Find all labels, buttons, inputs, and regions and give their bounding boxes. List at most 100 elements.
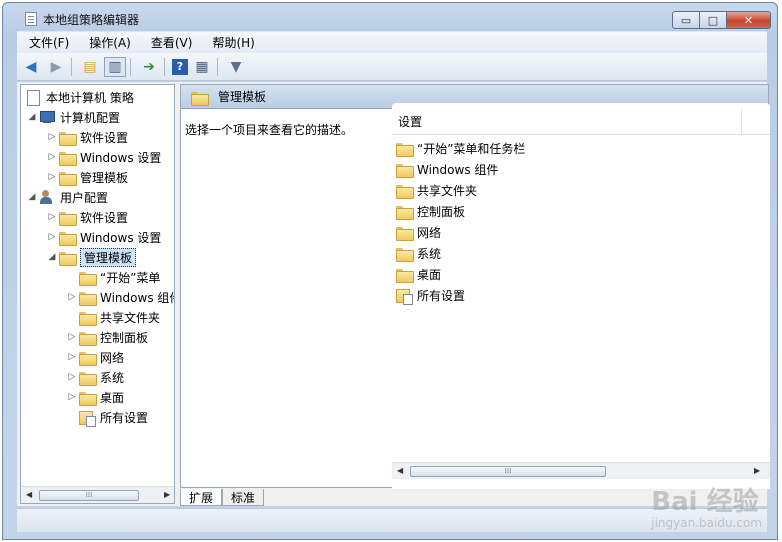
up-folder-icon[interactable]: ▤ [79,57,101,77]
expand-arrow-icon[interactable]: ▷ [65,292,79,302]
menu-bar: 文件(F) 操作(A) 查看(V) 帮助(H) [17,31,767,53]
forward-icon[interactable]: ▶ [45,57,67,77]
expand-arrow-icon[interactable]: ▷ [45,232,59,242]
tree-item-windows-components[interactable]: ▷ Windows 组件 [65,287,174,307]
folder-icon [79,371,97,386]
tree-item-start-menu[interactable]: “开始”菜单 [65,267,160,287]
tree-label: “开始”菜单 [100,270,161,285]
collapse-arrow-icon[interactable]: ◢ [25,112,39,122]
list-item-label: 所有设置 [417,288,466,303]
scroll-right-arrow-icon[interactable]: ▶ [164,490,170,499]
toolbar-separator [71,57,72,76]
tree-item-all-settings[interactable]: 所有设置 [65,407,148,427]
folder-icon [79,391,97,406]
list-item-label: 桌面 [417,267,442,282]
tree-item-system[interactable]: ▷ 系统 [65,367,124,387]
expand-arrow-icon[interactable]: ▷ [45,132,59,142]
folder-icon [396,163,414,178]
tree-item-user-windows[interactable]: ▷ Windows 设置 [45,227,161,247]
watermark-logo: Bai 经验 jingyan.baidu.com [651,481,762,530]
details-pane: 管理模板 选择一个项目来查看它的描述。 设置 “开始”菜单和任务栏 Window… [180,84,770,489]
expand-arrow-icon[interactable]: ▷ [45,152,59,162]
description-text: 选择一个项目来查看它的描述。 [185,123,354,137]
scroll-left-arrow-icon[interactable]: ◀ [397,466,403,475]
expand-arrow-icon[interactable]: ▷ [45,212,59,222]
scroll-left-arrow-icon[interactable]: ◀ [26,490,32,499]
tree-label: Windows 设置 [80,230,162,245]
column-header[interactable]: 设置 [392,109,770,135]
help-icon[interactable]: ? [172,58,188,75]
list-item[interactable]: 控制面板 [396,201,465,221]
tree-label: 用户配置 [60,190,109,205]
tree-item-user-admin[interactable]: ◢ 管理模板 [45,247,137,267]
tree-item-desktop[interactable]: ▷ 桌面 [65,387,124,407]
tree-item-computer-admin[interactable]: ▷ 管理模板 [45,167,128,187]
tree-horizontal-scrollbar[interactable]: ◀ ⁞⁞⁞ ▶ [21,486,174,503]
folder-icon [396,205,414,220]
expand-arrow-icon[interactable]: ▷ [65,392,79,402]
expand-arrow-icon[interactable]: ▷ [65,332,79,342]
menu-file[interactable]: 文件(F) [21,34,77,51]
export-list-icon[interactable]: ➔ [138,57,160,77]
list-item[interactable]: 网络 [396,222,441,242]
all-settings-icon [79,410,96,427]
settings-list[interactable]: 设置 “开始”菜单和任务栏 Windows 组件 共享文件夹 控制面板 网络 系… [392,103,770,489]
menu-view[interactable]: 查看(V) [143,34,201,51]
close-button[interactable]: ✕ [727,11,771,29]
expand-arrow-icon[interactable]: ▷ [45,172,59,182]
tree-label: 计算机配置 [60,110,121,125]
tree-pane[interactable]: 本地计算机 策略 ◢ 计算机配置 ▷ 软件设置 ▷ Windows 设置 ▷ 管… [20,84,175,504]
toolbar-separator [164,57,165,76]
list-item-label: 共享文件夹 [417,183,478,198]
tab-standard[interactable]: 标准 [222,489,265,506]
list-item-label: 网络 [417,225,442,240]
properties-icon[interactable]: ▦ [191,57,213,77]
list-item[interactable]: Windows 组件 [396,159,498,179]
maximize-button[interactable]: □ [700,11,727,29]
folder-icon [59,231,77,246]
user-icon [39,190,55,204]
tree-item-user-software[interactable]: ▷ 软件设置 [45,207,128,227]
list-item[interactable]: 所有设置 [396,285,465,305]
tree-item-computer-config[interactable]: ◢ 计算机配置 [25,107,120,127]
collapse-arrow-icon[interactable]: ◢ [25,192,39,202]
list-item[interactable]: “开始”菜单和任务栏 [396,138,525,158]
title-bar[interactable]: 本地组策略编辑器 ▭ □ ✕ [3,3,777,33]
menu-action[interactable]: 操作(A) [81,34,139,51]
tree-item-user-config[interactable]: ◢ 用户配置 [25,187,108,207]
tree-item-computer-software[interactable]: ▷ 软件设置 [45,127,128,147]
tree-item-control-panel[interactable]: ▷ 控制面板 [65,327,148,347]
show-hide-tree-icon[interactable]: ▥ [104,56,126,77]
scroll-thumb[interactable]: ⁞⁞⁞ [410,466,606,477]
scroll-thumb[interactable]: ⁞⁞⁞ [39,490,139,501]
list-item[interactable]: 系统 [396,243,441,263]
folder-icon [396,142,414,157]
tree-item-shared-folders[interactable]: 共享文件夹 [65,307,160,327]
expand-arrow-icon[interactable]: ▷ [65,372,79,382]
tree-item-network[interactable]: ▷ 网络 [65,347,124,367]
tree-item-computer-windows[interactable]: ▷ Windows 设置 [45,147,161,167]
window-title: 本地组策略编辑器 [43,13,140,27]
tree-item-root[interactable]: 本地计算机 策略 [25,87,134,107]
tree-label: 本地计算机 策略 [46,90,134,105]
scroll-right-arrow-icon[interactable]: ▶ [754,466,760,475]
back-icon[interactable]: ◀ [20,57,42,77]
folder-icon [396,247,414,262]
tree-label: 共享文件夹 [100,310,161,325]
tree-label: 软件设置 [80,130,129,145]
filter-icon[interactable]: ▼ [225,57,247,77]
list-item-label: Windows 组件 [417,162,499,177]
collapse-arrow-icon[interactable]: ◢ [45,252,59,262]
content-area: 本地计算机 策略 ◢ 计算机配置 ▷ 软件设置 ▷ Windows 设置 ▷ 管… [17,82,770,506]
menu-help[interactable]: 帮助(H) [204,34,262,51]
list-horizontal-scrollbar[interactable]: ◀ ⁞⁞⁞ ▶ [392,462,770,479]
tree-label: 软件设置 [80,210,129,225]
tab-extended[interactable]: 扩展 [180,489,223,506]
watermark-url: jingyan.baidu.com [651,516,762,530]
list-item[interactable]: 共享文件夹 [396,180,477,200]
expand-arrow-icon[interactable]: ▷ [65,352,79,362]
folder-icon [396,226,414,241]
minimize-button[interactable]: ▭ [672,11,700,29]
column-header-settings[interactable]: 设置 [392,109,742,134]
list-item[interactable]: 桌面 [396,264,441,284]
